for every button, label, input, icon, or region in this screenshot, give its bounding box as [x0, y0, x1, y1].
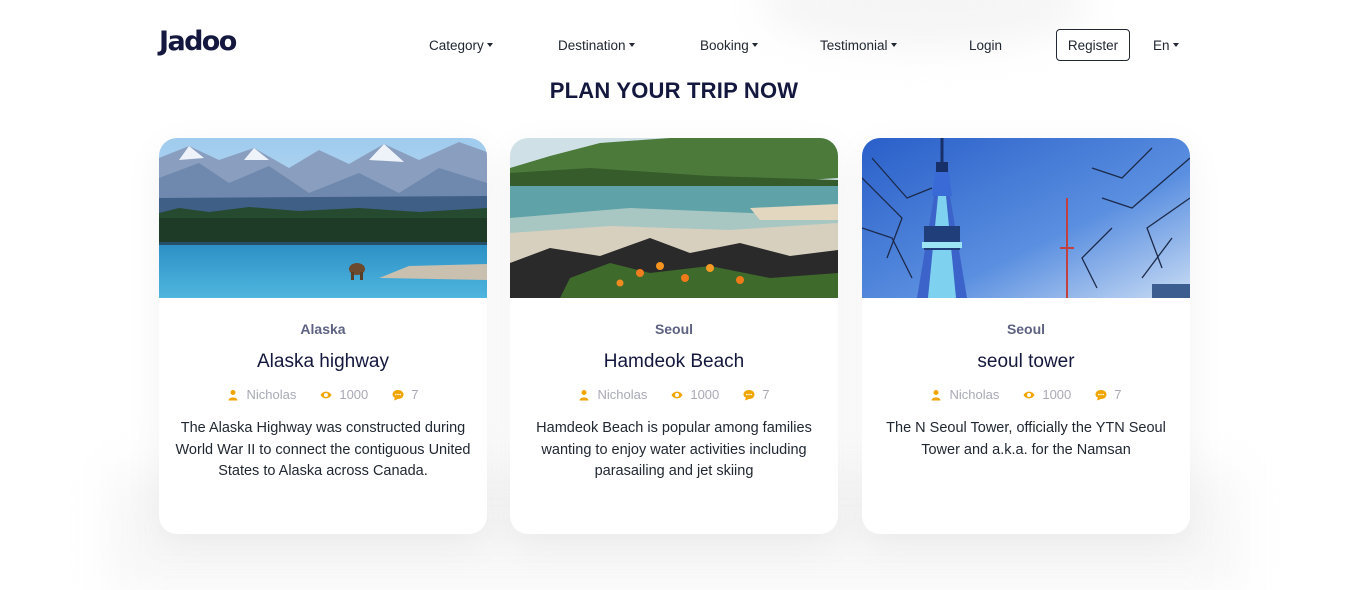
author-meta: Nicholas — [930, 387, 999, 402]
language-selector[interactable]: En — [1153, 36, 1179, 54]
card-description: Hamdeok Beach is popular among families … — [536, 420, 812, 479]
chevron-down-icon — [1172, 43, 1179, 47]
nav-login[interactable]: Login — [969, 36, 1002, 54]
card-meta: Nicholas 1000 7 — [159, 387, 487, 402]
user-icon — [931, 389, 941, 400]
register-label: Register — [1067, 37, 1119, 53]
eye-icon — [320, 391, 332, 398]
user-icon — [228, 389, 238, 400]
chevron-down-icon — [628, 43, 635, 47]
card-meta: Nicholas 1000 7 — [862, 387, 1190, 402]
author-name: Nicholas — [949, 387, 1000, 402]
card-description: The Alaska Highway was constructed durin… — [175, 420, 471, 479]
jadoo-logo[interactable]: Jadoo — [159, 26, 237, 57]
card-image-tower — [862, 138, 1190, 298]
eye-icon — [1023, 391, 1035, 398]
views-count: 1000 — [1042, 387, 1072, 402]
views-count: 1000 — [339, 387, 369, 402]
chevron-down-icon — [751, 43, 758, 47]
logo-text: Jadoo — [159, 26, 237, 57]
user-icon — [579, 389, 589, 400]
author-name: Nicholas — [597, 387, 648, 402]
comments-count: 7 — [762, 387, 770, 402]
comment-icon — [1095, 389, 1107, 400]
nav-booking-label: Booking — [700, 37, 749, 53]
section-title: PLAN YOUR TRIP NOW — [549, 78, 799, 103]
card-meta: Nicholas 1000 7 — [510, 387, 838, 402]
card-location: Seoul — [1006, 321, 1046, 337]
views-meta: 1000 — [320, 387, 368, 402]
author-meta: Nicholas — [227, 387, 296, 402]
views-meta: 1000 — [1023, 387, 1071, 402]
comment-icon — [392, 389, 404, 400]
eye-icon — [671, 391, 683, 398]
views-count: 1000 — [690, 387, 720, 402]
card-image-beach — [510, 138, 838, 298]
card-description: The N Seoul Tower, officially the YTN Se… — [886, 420, 1166, 458]
nav-category[interactable]: Category — [429, 36, 493, 54]
card-title[interactable]: seoul tower — [862, 351, 1190, 373]
trip-card-hamdeok[interactable]: Seoul Hamdeok Beach Nicholas 1000 7 Hamd… — [510, 138, 838, 534]
card-location: Seoul — [654, 321, 694, 337]
card-location: Alaska — [300, 321, 346, 337]
comment-icon — [743, 389, 755, 400]
comments-meta: 7 — [1095, 387, 1122, 402]
card-title[interactable]: Alaska highway — [159, 351, 487, 373]
nav-destination-label: Destination — [558, 37, 626, 53]
trip-card-seoul-tower[interactable]: Seoul seoul tower Nicholas 1000 7 The N … — [862, 138, 1190, 534]
language-label: En — [1153, 37, 1170, 53]
site-header: Jadoo Category Destination Booking Testi… — [0, 0, 1348, 80]
card-image-alaska — [159, 138, 487, 298]
register-button[interactable]: Register — [1056, 29, 1130, 61]
chevron-down-icon — [486, 43, 493, 47]
views-meta: 1000 — [671, 387, 719, 402]
comments-meta: 7 — [743, 387, 770, 402]
author-meta: Nicholas — [578, 387, 647, 402]
author-name: Nicholas — [246, 387, 297, 402]
card-title[interactable]: Hamdeok Beach — [510, 351, 838, 373]
nav-booking[interactable]: Booking — [700, 36, 758, 54]
nav-category-label: Category — [429, 37, 484, 53]
trip-card-alaska[interactable]: Alaska Alaska highway Nicholas 1000 7 Th… — [159, 138, 487, 534]
nav-testimonial-label: Testimonial — [820, 37, 888, 53]
nav-testimonial[interactable]: Testimonial — [820, 36, 897, 54]
comments-count: 7 — [411, 387, 419, 402]
comments-meta: 7 — [392, 387, 419, 402]
nav-destination[interactable]: Destination — [558, 36, 635, 54]
nav-login-label: Login — [969, 37, 1003, 53]
comments-count: 7 — [1114, 387, 1122, 402]
chevron-down-icon — [890, 43, 897, 47]
